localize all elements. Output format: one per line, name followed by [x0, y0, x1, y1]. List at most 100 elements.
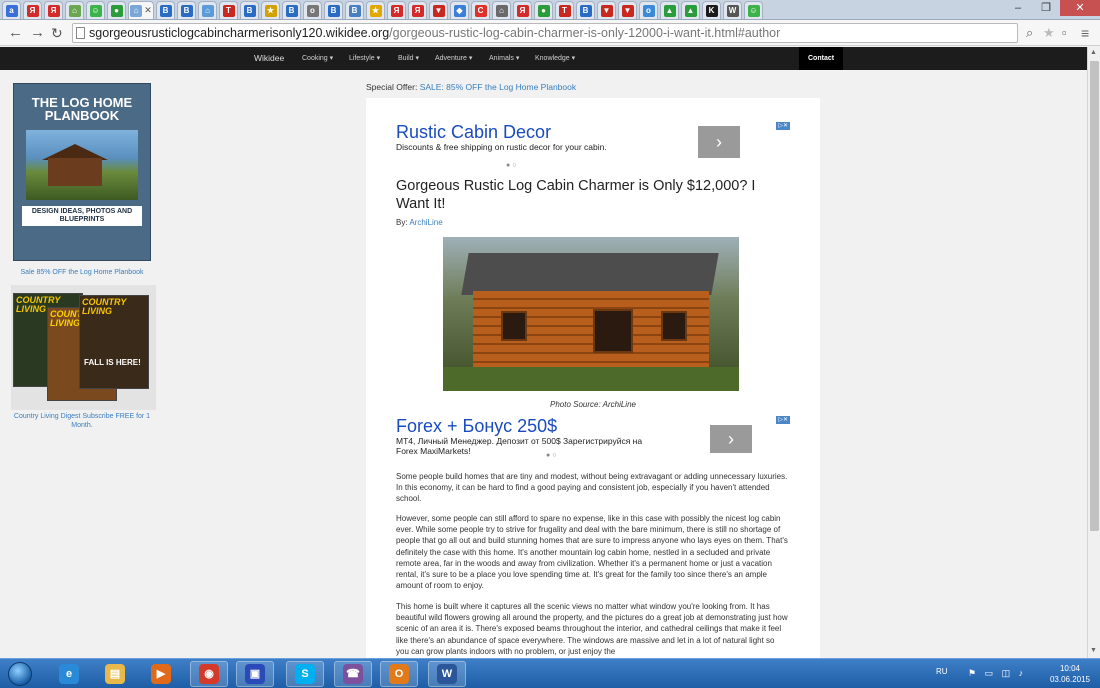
browser-tab[interactable]: B	[576, 1, 595, 19]
special-offer-link[interactable]: SALE: 85% OFF the Log Home Planbook	[420, 82, 576, 92]
browser-tab[interactable]: B	[177, 1, 196, 19]
browser-tab[interactable]: Я	[513, 1, 532, 19]
adchoices-icon[interactable]: ▷✕	[776, 416, 790, 424]
browser-tab[interactable]: B	[156, 1, 175, 19]
ad-rustic-cabin-decor[interactable]: Rustic Cabin Decor Discounts & free ship…	[396, 122, 790, 169]
browser-tab[interactable]: B	[240, 1, 259, 19]
nav-item-animals[interactable]: Animals ▾	[489, 47, 519, 70]
ad-carousel-dots[interactable]: ●○	[506, 162, 518, 169]
taskbar-outlook[interactable]: O	[380, 661, 418, 687]
browser-tab[interactable]: T	[219, 1, 238, 19]
browser-tab[interactable]: Я	[23, 1, 42, 19]
browser-tab[interactable]: ☺	[86, 1, 105, 19]
taskbar-chrome[interactable]: ◉	[190, 661, 228, 687]
ad-carousel-dots[interactable]: ●○	[546, 452, 558, 459]
browser-tab[interactable]: Я	[387, 1, 406, 19]
browser-tab[interactable]: ●	[107, 1, 126, 19]
browser-tab[interactable]: K	[702, 1, 721, 19]
browser-tab[interactable]: W	[723, 1, 742, 19]
magazine-promo-image[interactable]: COUNTRY LIVING COUNTRY LIVING COUNTRY LI…	[11, 285, 156, 410]
taskbar-viber[interactable]: ☎	[334, 661, 372, 687]
start-button[interactable]	[4, 659, 36, 688]
article-paragraph: Some people build homes that are tiny an…	[396, 472, 788, 504]
browser-tab[interactable]: ▲	[681, 1, 700, 19]
planbook-caption[interactable]: Sale 85% OFF the Log Home Planbook	[11, 269, 153, 276]
planbook-tagline: DESIGN IDEAS, PHOTOS AND BLUEPRINTS	[22, 206, 142, 226]
site-brand[interactable]: Wikidee	[254, 47, 284, 70]
tab-favicon-icon: o	[642, 4, 655, 17]
internet-explorer-icon: e	[59, 664, 79, 684]
browser-toolbar: ← → ↻ sgorgeousrusticlogcabincharmerison…	[0, 20, 1100, 46]
browser-tab[interactable]: ★	[366, 1, 385, 19]
magazine-caption[interactable]: Country Living Digest Subscribe FREE for…	[11, 412, 153, 430]
taskbar-file-explorer[interactable]: ▤	[96, 661, 134, 687]
browser-tab[interactable]: ★	[261, 1, 280, 19]
browser-tab[interactable]: ☺	[744, 1, 763, 19]
taskbar-media-player[interactable]: ▶	[142, 661, 180, 687]
author-link[interactable]: ArchiLine	[409, 218, 442, 227]
tab-close-icon[interactable]: ✕	[144, 5, 152, 16]
nav-contact[interactable]: Contact	[799, 47, 844, 70]
planbook-cover[interactable]: THE LOG HOME PLANBOOK DESIGN IDEAS, PHOT…	[13, 83, 151, 261]
search-icon[interactable]: ⌕	[1026, 24, 1033, 42]
browser-tab[interactable]: ▼	[429, 1, 448, 19]
browser-tab[interactable]: T	[555, 1, 574, 19]
extension-icon[interactable]: ▫	[1062, 24, 1067, 42]
tab-favicon-icon: ★	[369, 4, 382, 17]
tab-favicon-icon: T	[222, 4, 235, 17]
taskbar-save-app[interactable]: ▣	[236, 661, 274, 687]
minimize-icon[interactable]: –	[1004, 0, 1032, 16]
browser-tab[interactable]: ●	[534, 1, 553, 19]
tab-favicon-icon: ▲	[684, 4, 697, 17]
browser-tab[interactable]: ▼	[597, 1, 616, 19]
menu-icon[interactable]: ≡	[1081, 24, 1089, 42]
tab-favicon-icon: ◆	[453, 4, 466, 17]
browser-tab[interactable]: ⌂	[65, 1, 84, 19]
nav-item-build[interactable]: Build ▾	[398, 47, 419, 70]
browser-tab[interactable]: ◆	[450, 1, 469, 19]
maximize-icon[interactable]: ❐	[1032, 0, 1060, 16]
nav-item-knowledge[interactable]: Knowledge ▾	[535, 47, 575, 70]
browser-tab[interactable]: ⌂	[198, 1, 217, 19]
browser-tab[interactable]: Я	[44, 1, 63, 19]
ad-next-chevron-icon[interactable]: ›	[698, 126, 740, 158]
article-title: Gorgeous Rustic Log Cabin Charmer is Onl…	[396, 178, 756, 212]
nav-item-adventure[interactable]: Adventure ▾	[435, 47, 472, 70]
adchoices-icon[interactable]: ▷✕	[776, 122, 790, 130]
browser-tab[interactable]: ⌂ ✕	[128, 1, 154, 19]
browser-tab[interactable]: C	[471, 1, 490, 19]
nav-item-lifestyle[interactable]: Lifestyle ▾	[349, 47, 380, 70]
browser-tab[interactable]: В	[345, 1, 364, 19]
browser-tab[interactable]: B	[282, 1, 301, 19]
browser-tab[interactable]: ⌂	[492, 1, 511, 19]
tab-favicon-icon: Я	[47, 4, 60, 17]
scroll-up-icon[interactable]: ▲	[1090, 49, 1097, 56]
browser-tab[interactable]: a	[2, 1, 21, 19]
forward-arrow-icon[interactable]: →	[30, 24, 45, 42]
browser-tab[interactable]: Я	[408, 1, 427, 19]
address-bar[interactable]: sgorgeousrusticlogcabincharmerisonly120.…	[72, 23, 1018, 43]
reload-icon[interactable]: ↻	[51, 24, 63, 42]
close-icon[interactable]: ✕	[1060, 0, 1100, 16]
back-arrow-icon[interactable]: ←	[8, 24, 23, 42]
nav-item-cooking[interactable]: Cooking ▾	[302, 47, 333, 70]
browser-tab[interactable]: В	[324, 1, 343, 19]
clock[interactable]: 10:04 03.06.2015	[1050, 663, 1090, 685]
browser-tab[interactable]: o	[303, 1, 322, 19]
browser-tab[interactable]: ▲	[660, 1, 679, 19]
scrollbar-thumb[interactable]	[1090, 61, 1099, 531]
browser-tab[interactable]: ▼	[618, 1, 637, 19]
bookmark-star-icon[interactable]: ★	[1043, 24, 1055, 42]
page-scrollbar[interactable]: ▲ ▼	[1087, 47, 1100, 658]
ad-next-chevron-icon[interactable]: ›	[710, 425, 752, 453]
media-player-icon: ▶	[151, 664, 171, 684]
taskbar-internet-explorer[interactable]: e	[50, 661, 88, 687]
browser-tab[interactable]: o	[639, 1, 658, 19]
url-host: sgorgeousrusticlogcabincharmerisonly120.…	[89, 26, 390, 40]
scroll-down-icon[interactable]: ▼	[1090, 647, 1097, 654]
ad-forex-bonus[interactable]: Forex + Бонус 250$ МТ4, Личный Менеджер.…	[396, 416, 790, 459]
taskbar-skype[interactable]: S	[286, 661, 324, 687]
tray-icons[interactable]: ⚑ ▭ ◫ ♪	[968, 668, 1026, 679]
taskbar-word[interactable]: W	[428, 661, 466, 687]
language-indicator[interactable]: RU	[936, 667, 948, 676]
